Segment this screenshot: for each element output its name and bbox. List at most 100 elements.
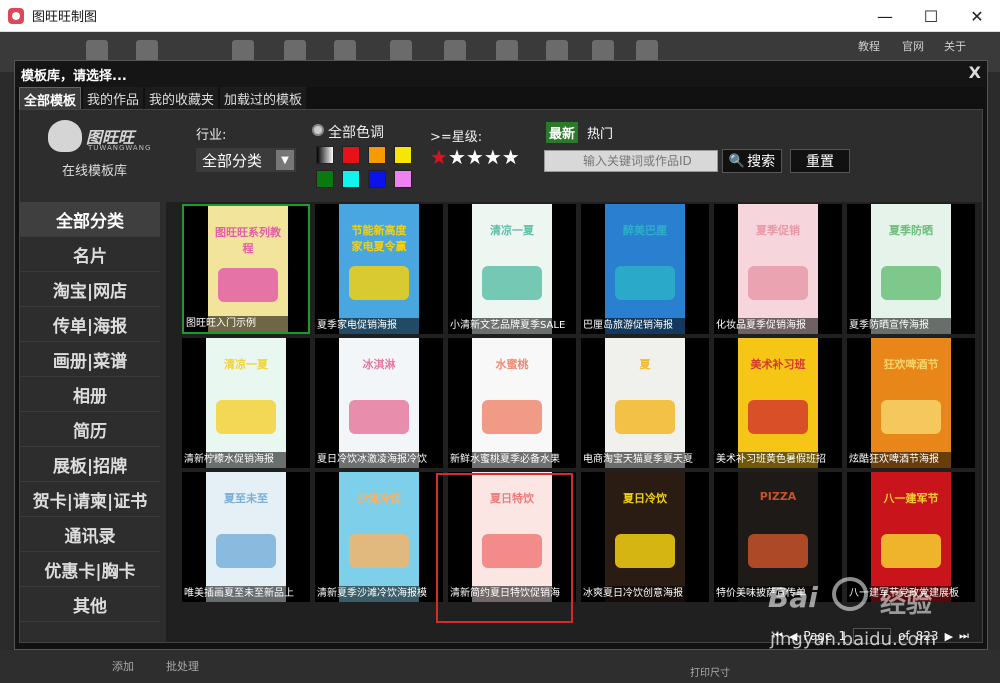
color-swatch-cyan[interactable]	[342, 170, 360, 188]
template-thumbnail[interactable]: 图旺旺系列教程图旺旺入门示例	[182, 204, 310, 334]
template-thumbnail[interactable]: 清凉一夏 小清新文艺品牌夏季SALE	[448, 204, 576, 334]
add-button[interactable]: 添加	[112, 658, 134, 674]
template-preview-headline: 夏日冷饮	[623, 492, 667, 505]
website-link[interactable]: 官网	[902, 38, 924, 54]
category-item[interactable]: 简历	[20, 412, 160, 447]
template-caption: 夏季家电促销海报	[315, 318, 443, 334]
color-swatch-orange[interactable]	[368, 146, 386, 164]
baidu-watermark: Bai 经验 jingyan.baidu.com	[760, 575, 990, 655]
dialog-close-button[interactable]: X	[969, 63, 981, 82]
template-thumbnail[interactable]: 清凉一夏 清新柠檬水促销海报	[182, 338, 310, 468]
star-icon[interactable]: ★	[502, 146, 520, 168]
category-item[interactable]: 优惠卡|胸卡	[20, 552, 160, 587]
template-thumbnail[interactable]: 醉美巴厘 巴厘岛旅游促销海报	[581, 204, 709, 334]
tutorial-link[interactable]: 教程	[858, 38, 880, 54]
color-swatch-violet[interactable]	[394, 170, 412, 188]
category-item[interactable]: 其他	[20, 587, 160, 622]
template-preview-headline: 水蜜桃	[495, 358, 529, 371]
template-thumbnail[interactable]: 夏日冷饮 冰爽夏日冷饮创意海报	[581, 472, 709, 602]
delete-icon[interactable]	[546, 40, 568, 62]
category-item[interactable]: 相册	[20, 377, 160, 412]
brand-name-en: TUWANGWANG	[88, 144, 152, 152]
template-caption: 清新夏季沙滩冷饮海报模	[315, 586, 443, 602]
color-swatch-grayscale[interactable]	[316, 146, 334, 164]
template-thumbnail[interactable]: 节能新高度 家电夏令赢 夏季家电促销海报	[315, 204, 443, 334]
template-preview-image: 清凉一夏	[472, 204, 552, 334]
layer-icon[interactable]	[592, 40, 614, 62]
tab-all-templates[interactable]: 全部模板	[19, 87, 82, 109]
tab-my-works[interactable]: 我的作品	[83, 87, 144, 109]
category-item[interactable]: 贺卡|请柬|证书	[20, 482, 160, 517]
template-preview-image: 水蜜桃	[472, 338, 552, 468]
template-thumbnail[interactable]: 夏电商淘宝天猫夏季夏天夏	[581, 338, 709, 468]
camera-icon[interactable]	[284, 40, 306, 62]
new-file-icon[interactable]	[86, 40, 108, 62]
paste-icon[interactable]	[444, 40, 466, 62]
tab-favorites[interactable]: 我的收藏夹	[145, 87, 219, 109]
template-preview-headline: 图旺旺系列教程	[215, 226, 281, 255]
category-item[interactable]: 展板|招牌	[20, 447, 160, 482]
minimize-button[interactable]: —	[862, 0, 908, 32]
category-item[interactable]: 淘宝|网店	[20, 272, 160, 307]
template-preview-graphic	[218, 268, 278, 302]
about-link[interactable]: 关于	[944, 38, 966, 54]
tab-loaded-templates[interactable]: 加载过的模板	[220, 87, 307, 109]
search-icon: 🔍	[728, 153, 746, 169]
sort-latest-button[interactable]: 最新	[546, 122, 579, 143]
template-thumbnail[interactable]: 夏季防晒 夏季防晒宣传海报	[847, 204, 975, 334]
star-icon-filled[interactable]: ★	[430, 146, 448, 168]
category-item[interactable]: 传单|海报	[20, 307, 160, 342]
open-folder-icon[interactable]	[136, 40, 158, 62]
template-thumbnail[interactable]: 夏季促销 化妆品夏季促销海报	[714, 204, 842, 334]
template-thumbnail[interactable]: 沙滩冷饮 清新夏季沙滩冷饮海报模	[315, 472, 443, 602]
category-item[interactable]: 全部分类	[20, 202, 160, 237]
template-preview-headline: 醉美巴厘	[623, 224, 667, 237]
print-icon[interactable]	[232, 40, 254, 62]
template-preview-image: 狂欢啤酒节	[871, 338, 951, 468]
template-caption: 图旺旺入门示例	[184, 316, 308, 332]
star-icon[interactable]: ★	[484, 146, 502, 168]
search-input[interactable]: 输入关键词或作品ID	[544, 150, 718, 172]
color-swatch-green[interactable]	[316, 170, 334, 188]
template-thumbnail[interactable]: 冰淇淋 夏日冷饮冰激凌海报冷饮	[315, 338, 443, 468]
batch-button[interactable]: 批处理	[166, 658, 199, 674]
sort-hot-button[interactable]: 热门	[584, 122, 616, 143]
reset-button[interactable]: 重置	[790, 149, 850, 173]
template-caption: 美术补习班黄色暑假班招	[714, 452, 842, 468]
print-size-label: 打印尺寸	[690, 668, 730, 679]
industry-select[interactable]: 全部分类 ▼	[196, 148, 296, 172]
star-icon[interactable]: ★	[466, 146, 484, 168]
category-item[interactable]: 名片	[20, 237, 160, 272]
template-preview-graphic	[349, 266, 409, 300]
search-button-label: 搜索	[747, 154, 776, 170]
template-preview-graphic	[482, 400, 542, 434]
template-thumbnail[interactable]: 水蜜桃新鲜水蜜桃夏季必备水果	[448, 338, 576, 468]
template-preview-graphic	[615, 400, 675, 434]
template-caption: 新鲜水蜜桃夏季必备水果	[448, 452, 576, 468]
copy-icon[interactable]	[390, 40, 412, 62]
color-swatch-blue[interactable]	[368, 170, 386, 188]
watermark-brand-2: 经验	[880, 589, 933, 619]
template-preview-graphic	[748, 400, 808, 434]
cut-icon[interactable]	[496, 40, 518, 62]
template-thumbnail[interactable]: 狂欢啤酒节 炫酷狂欢啤酒节海报	[847, 338, 975, 468]
window-titlebar: 图旺旺制图 — ☐ ✕	[0, 0, 1000, 32]
all-colors-radio[interactable]	[312, 124, 324, 136]
close-window-button[interactable]: ✕	[954, 0, 1000, 32]
maximize-button[interactable]: ☐	[908, 0, 954, 32]
star-rating[interactable]: ★ ★ ★ ★ ★	[430, 146, 520, 168]
settings-gear-icon[interactable]	[636, 40, 658, 62]
color-swatch-yellow[interactable]	[394, 146, 412, 164]
upload-icon[interactable]	[334, 40, 356, 62]
category-item[interactable]: 通讯录	[20, 517, 160, 552]
color-swatch-red[interactable]	[342, 146, 360, 164]
template-preview-graphic	[881, 266, 941, 300]
template-preview-headline: 清凉一夏	[224, 358, 268, 371]
search-button[interactable]: 🔍 搜索	[722, 149, 782, 173]
category-item[interactable]: 画册|菜谱	[20, 342, 160, 377]
star-icon[interactable]: ★	[448, 146, 466, 168]
template-thumbnail[interactable]: 美术补习班 美术补习班黄色暑假班招	[714, 338, 842, 468]
template-thumbnail[interactable]: 夏至未至 唯美插画夏至未至新品上	[182, 472, 310, 602]
template-preview-headline: 夏季促销	[756, 224, 800, 237]
template-caption: 小清新文艺品牌夏季SALE	[448, 318, 576, 334]
